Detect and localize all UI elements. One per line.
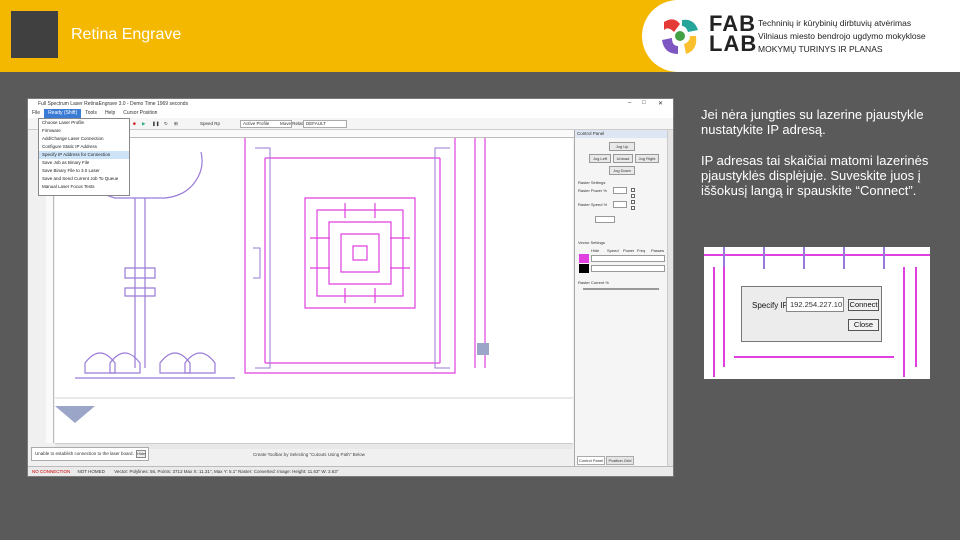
control-panel: Control Panel Jog Up Jog Left Unload Jog…	[574, 130, 668, 466]
logo-wordmark: FAB LAB	[709, 11, 758, 56]
frame-outline	[253, 147, 450, 369]
connection-notification: Unable to establish connection to the la…	[31, 447, 149, 461]
header-square-mark	[11, 11, 58, 58]
maximize-icon[interactable]: □	[642, 100, 646, 106]
raster-power-input[interactable]	[613, 187, 627, 194]
vector-col-passes: Passes	[651, 248, 665, 253]
raster-power-label: Raster Power %	[578, 188, 607, 193]
jog-down-button[interactable]: Jog Down	[609, 166, 635, 175]
jog-left-button[interactable]: Jog Left	[589, 154, 611, 163]
homed-status: NOT HOMED	[77, 469, 105, 474]
menu-file[interactable]: File	[28, 109, 44, 118]
menubar: File Ready (Shift) Tools Help Cursor Positio…	[28, 109, 673, 118]
menu-help[interactable]: Help	[101, 109, 119, 118]
header-subtitle: Techninių ir kūrybinių dirbtuvių atvėrim…	[758, 18, 926, 54]
design-canvas[interactable]	[55, 138, 573, 443]
close-icon[interactable]: ✕	[658, 100, 663, 107]
raster-option-checkbox-3[interactable]	[631, 200, 635, 204]
close-button[interactable]: Close	[848, 319, 879, 331]
bottom-hint: Create Toolbar by Selecting "Cutouts Usi…	[253, 452, 365, 457]
right-artwork	[474, 138, 486, 368]
header-band: Retina Engrave FAB LAB Techninių ir kūry…	[0, 0, 960, 72]
instruction-paragraph-2: IP adresas tai skaičiai matomi lazerinės…	[701, 153, 929, 198]
ip-dialog-screenshot: Specify IP: 192.254.227.10 Connect Close	[704, 247, 930, 379]
pause-icon[interactable]: ❚❚	[152, 121, 160, 127]
vector-row-magenta[interactable]	[591, 255, 665, 262]
retina-engrave-screenshot: Full Spectrum Laser RetinaEngrave 3.0 - …	[27, 98, 674, 477]
fablab-logo-icon	[662, 19, 698, 54]
jog-right-button[interactable]: Jog Right	[635, 154, 659, 163]
specify-ip-dialog: Specify IP: 192.254.227.10 Connect Close	[741, 286, 882, 342]
raster-speed-input[interactable]	[613, 201, 627, 208]
refresh-icon[interactable]: ↻	[164, 121, 168, 127]
vertical-scrollbar[interactable]	[667, 130, 673, 466]
vector-col-power: Power	[623, 248, 635, 253]
tab-control-panel[interactable]: Control Panel	[577, 456, 605, 465]
vector-col-hide: Hide	[591, 248, 600, 253]
menu-item-save-binary-laser[interactable]: Save Binary File to 3.0 Laser	[39, 167, 129, 175]
unload-button[interactable]: Unload	[613, 154, 633, 163]
connect-button[interactable]: Connect	[848, 299, 879, 311]
menu-item-focus-tests[interactable]: Manual Laser Focus Tests	[39, 183, 129, 191]
raster-option-checkbox-1[interactable]	[631, 188, 635, 192]
job-info: Vector: Polylines: 56, Points: 3713 Max …	[114, 469, 339, 474]
stop-icon[interactable]: ■	[133, 121, 136, 126]
speed-label: Speed Rp	[200, 121, 221, 126]
vector-settings-label: Vector Settings	[578, 240, 605, 245]
instruction-paragraph-1: Jei nėra jungties su lazerine pjaustykle…	[701, 107, 924, 137]
raster-current-slider[interactable]	[583, 288, 659, 290]
ip-address-input[interactable]: 192.254.227.10	[786, 297, 844, 312]
vector-color-magenta[interactable]	[579, 254, 589, 263]
play-icon[interactable]: ▶	[142, 121, 145, 127]
ready-menu-dropdown: Choose Laser Profile Firmware Add/Change…	[38, 118, 130, 196]
raster-current-label: Raster Current %	[578, 280, 609, 285]
tab-position-grid[interactable]: Position Grid	[606, 456, 634, 465]
menu-item-save-binary[interactable]: Save Job as Binary File	[39, 159, 129, 167]
vector-row-black[interactable]	[591, 265, 665, 272]
app-titlebar: Full Spectrum Laser RetinaEngrave 3.0 - …	[28, 99, 673, 109]
raster-option-checkbox-2[interactable]	[631, 194, 635, 198]
vector-col-speed: Speed	[607, 248, 619, 253]
menu-item-specify-ip[interactable]: Specify IP Address for Connection	[39, 151, 129, 159]
vector-color-black[interactable]	[579, 264, 589, 273]
specify-ip-label: Specify IP:	[752, 301, 791, 310]
statusbar: NO CONNECTION NOT HOMED Vector: Polyline…	[28, 466, 673, 476]
raster-option-checkbox-4[interactable]	[631, 206, 635, 210]
menu-item-save-send-queue[interactable]: Save and Send Current Job To Queue	[39, 175, 129, 183]
menu-item-firmware[interactable]: Firmware	[39, 127, 129, 135]
menu-item-add-connection[interactable]: Add/Change Laser Connection	[39, 135, 129, 143]
jog-up-button[interactable]: Jog Up	[609, 142, 635, 151]
control-panel-title: Control Panel	[575, 130, 668, 138]
vector-col-freq: Freq	[637, 248, 646, 253]
slide-title: Retina Engrave	[71, 26, 182, 43]
triangle-marker	[55, 406, 95, 423]
connection-status: NO CONNECTION	[32, 469, 71, 474]
menu-item-choose-profile[interactable]: Choose Laser Profile	[39, 119, 129, 127]
raster-dpi-input[interactable]	[595, 216, 615, 223]
menu-item-static-ip[interactable]: Configure Static IP Address	[39, 143, 129, 151]
minimize-icon[interactable]: –	[628, 100, 631, 106]
notification-hide-button[interactable]: Hide	[136, 450, 146, 458]
mode-select[interactable]: DEFAULT	[303, 120, 347, 128]
raster-settings-label: Raster Settings	[578, 180, 606, 185]
small-marker	[477, 343, 489, 355]
vector-artwork	[55, 138, 573, 423]
raster-speed-label: Raster Speed %	[578, 202, 608, 207]
grid-icon[interactable]: ⊞	[174, 121, 178, 127]
menu-cursor-position: Cursor Position	[123, 110, 158, 116]
frame-artwork	[244, 138, 456, 374]
menu-ready[interactable]: Ready (Shift)	[44, 109, 82, 118]
menu-tools[interactable]: Tools	[81, 109, 101, 118]
